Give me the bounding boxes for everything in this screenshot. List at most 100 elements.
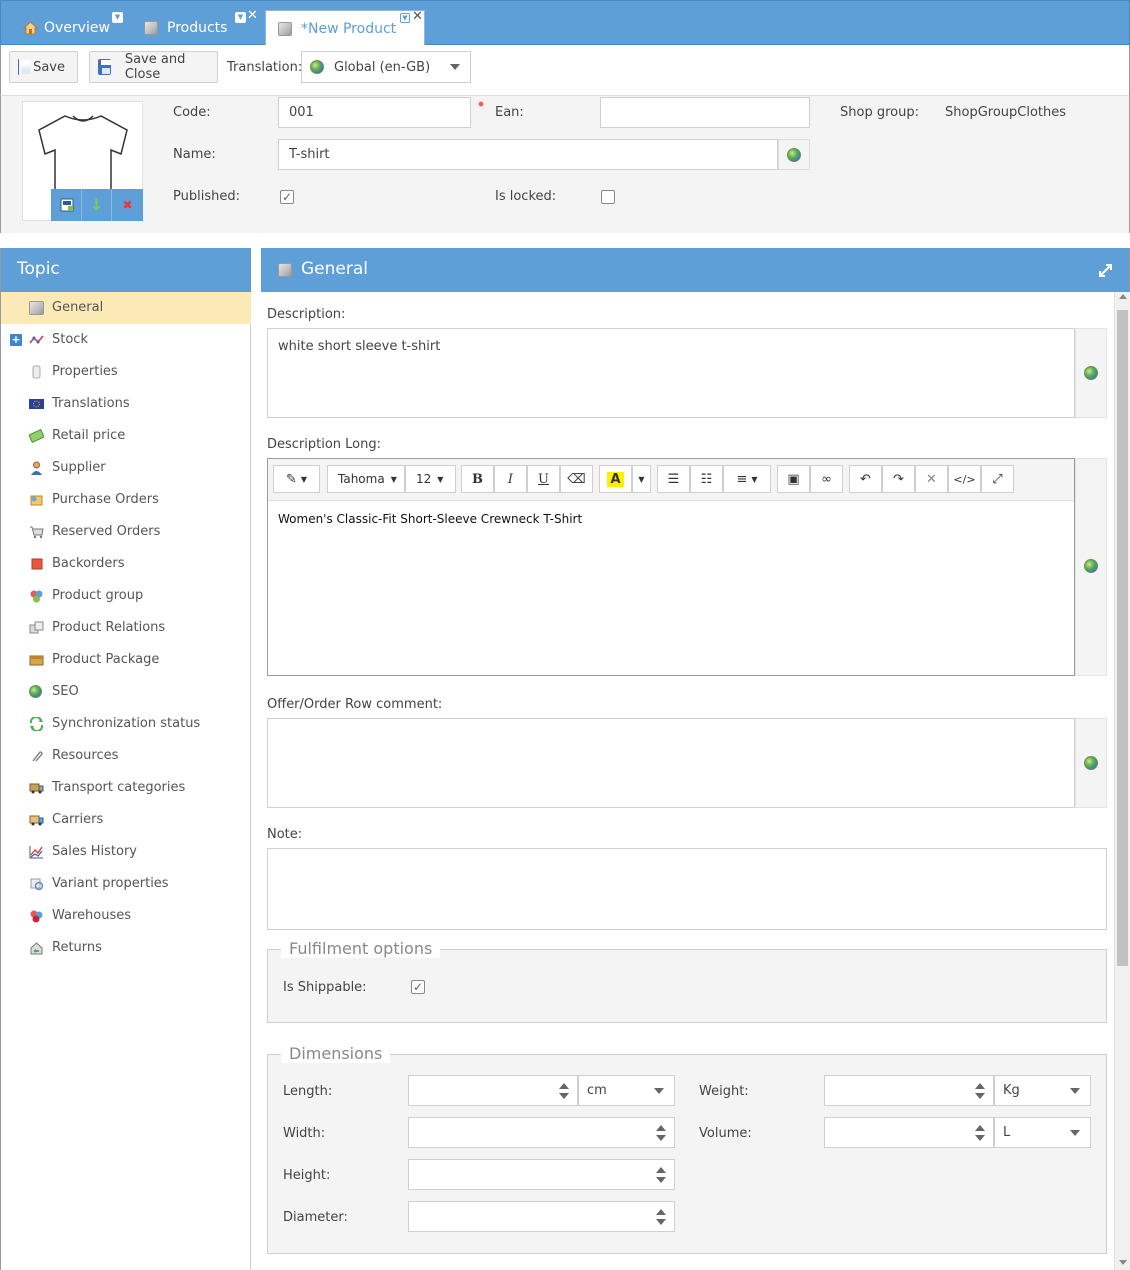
- tab-new-product[interactable]: *New Product ▼ ✕: [265, 10, 425, 46]
- is-shippable-label: Is Shippable:: [283, 980, 367, 995]
- code-input[interactable]: 001: [278, 97, 471, 128]
- ean-input[interactable]: [600, 97, 810, 128]
- underline-button[interactable]: U: [527, 465, 560, 493]
- redo-button[interactable]: ↷: [882, 465, 915, 493]
- weight-unit-select[interactable]: Kg: [994, 1075, 1091, 1106]
- scrollbar-thumb[interactable]: [1117, 310, 1128, 966]
- description-translate-button[interactable]: [1075, 328, 1107, 418]
- spinner-arrows-icon[interactable]: [656, 1125, 666, 1141]
- offer-comment-input[interactable]: [267, 718, 1075, 808]
- highlight-color-dropdown[interactable]: ▼: [632, 465, 651, 493]
- sidebar-item-product-package[interactable]: Product Package: [1, 644, 251, 676]
- spinner-arrows-icon[interactable]: [656, 1167, 666, 1183]
- sidebar-item-reserved-orders[interactable]: Reserved Orders: [1, 516, 251, 548]
- description-long-content[interactable]: Women's Classic-Fit Short-Sleeve Crewnec…: [278, 512, 582, 526]
- sidebar-item-seo[interactable]: SEO: [1, 676, 251, 708]
- width-input[interactable]: [408, 1117, 675, 1148]
- save-and-close-label: Save and Close: [124, 52, 186, 82]
- sidebar-item-label: Translations: [52, 396, 130, 411]
- rte-size-select[interactable]: 12 ▼: [405, 465, 456, 493]
- highlight-color-button[interactable]: A: [599, 465, 632, 493]
- tab-new-product-menu-icon[interactable]: ▼: [400, 13, 410, 23]
- save-and-close-button[interactable]: Save and Close: [89, 51, 218, 83]
- align-button[interactable]: ≡ ▼: [723, 465, 771, 493]
- sidebar-item-warehouses[interactable]: Warehouses: [1, 900, 251, 932]
- sidebar-item-label: Properties: [52, 364, 118, 379]
- sidebar-item-carriers[interactable]: Carriers: [1, 804, 251, 836]
- sidebar-item-retail-price[interactable]: Retail price: [1, 420, 251, 452]
- align-icon: ≡: [736, 471, 748, 487]
- tab-overview-menu-icon[interactable]: ▼: [112, 12, 123, 23]
- image-edit-button[interactable]: [51, 189, 82, 221]
- sidebar-item-stock[interactable]: + Stock: [1, 324, 251, 356]
- save-button[interactable]: Save: [9, 51, 78, 83]
- name-translate-button[interactable]: [778, 139, 810, 170]
- length-unit-select[interactable]: cm: [578, 1075, 675, 1106]
- unordered-list-button[interactable]: ☷: [690, 465, 723, 493]
- insert-link-button[interactable]: ∞: [810, 465, 843, 493]
- sidebar-item-supplier[interactable]: Supplier: [1, 452, 251, 484]
- length-input[interactable]: [408, 1075, 578, 1106]
- diameter-input[interactable]: [408, 1201, 675, 1232]
- sidebar-item-backorders[interactable]: Backorders: [1, 548, 251, 580]
- expand-plus-icon[interactable]: +: [10, 334, 22, 346]
- note-input[interactable]: [267, 848, 1107, 930]
- sidebar-item-sales-history[interactable]: Sales History: [1, 836, 251, 868]
- sidebar-item-properties[interactable]: Properties: [1, 356, 251, 388]
- ordered-list-button[interactable]: ☰: [657, 465, 690, 493]
- is-shippable-checkbox[interactable]: ✓: [411, 980, 425, 994]
- name-input[interactable]: T-shirt: [278, 139, 778, 170]
- chevron-down-icon: ▼: [638, 474, 645, 484]
- backorders-icon: [31, 558, 43, 570]
- fullscreen-button[interactable]: ⤢: [981, 465, 1014, 493]
- image-delete-icon[interactable]: ✖: [112, 189, 143, 221]
- published-checkbox[interactable]: ✓: [280, 190, 294, 204]
- sidebar-item-translations[interactable]: Translations: [1, 388, 251, 420]
- volume-input[interactable]: [824, 1117, 994, 1148]
- spinner-arrows-icon[interactable]: [975, 1083, 985, 1099]
- description-long-translate-button[interactable]: [1075, 458, 1107, 676]
- remove-button[interactable]: ✕: [915, 465, 948, 493]
- main-scrollbar[interactable]: [1114, 292, 1130, 1270]
- cart-icon: [30, 526, 44, 539]
- tab-products[interactable]: Products: [144, 9, 227, 46]
- offer-comment-translate-button[interactable]: [1075, 718, 1107, 808]
- spinner-arrows-icon[interactable]: [656, 1209, 666, 1225]
- scroll-down-icon[interactable]: [1119, 1260, 1127, 1265]
- tab-new-product-close-icon[interactable]: ✕: [412, 10, 423, 23]
- italic-button[interactable]: I: [494, 465, 527, 493]
- download-arrow-icon[interactable]: ↓: [82, 189, 112, 221]
- sidebar-item-product-group[interactable]: Product group: [1, 580, 251, 612]
- weight-input[interactable]: [824, 1075, 994, 1106]
- sidebar-item-label: Carriers: [52, 812, 104, 827]
- tab-overview[interactable]: Overview: [23, 9, 110, 46]
- tab-products-close-icon[interactable]: ✕: [247, 9, 258, 22]
- sidebar-item-transport-categories[interactable]: Transport categories: [1, 772, 251, 804]
- description-input[interactable]: white short sleeve t-shirt: [267, 328, 1075, 418]
- spinner-arrows-icon[interactable]: [559, 1083, 569, 1099]
- rte-font-select[interactable]: Tahoma ▼: [327, 465, 405, 493]
- expand-icon[interactable]: [1098, 263, 1113, 278]
- bold-button[interactable]: B: [461, 465, 494, 493]
- insert-image-button[interactable]: ▣: [777, 465, 810, 493]
- is-locked-checkbox[interactable]: [601, 190, 615, 204]
- translation-select[interactable]: Global (en-GB): [301, 51, 471, 83]
- sidebar-item-resources[interactable]: Resources: [1, 740, 251, 772]
- tab-products-menu-icon[interactable]: ▼: [235, 12, 246, 23]
- height-input[interactable]: [408, 1159, 675, 1190]
- sidebar-item-product-relations[interactable]: Product Relations: [1, 612, 251, 644]
- sidebar-item-returns[interactable]: Returns: [1, 932, 251, 964]
- code-view-button[interactable]: </>: [948, 465, 981, 493]
- sidebar-item-general[interactable]: General: [1, 292, 251, 324]
- volume-unit-select[interactable]: L: [994, 1117, 1091, 1148]
- scroll-up-icon[interactable]: [1119, 294, 1127, 299]
- underline-icon: U: [538, 471, 549, 487]
- sidebar-item-variant-properties[interactable]: Variant properties: [1, 868, 251, 900]
- clear-format-button[interactable]: ⌫: [560, 465, 593, 493]
- rte-style-button[interactable]: ✎ ▼: [273, 465, 320, 493]
- sidebar-item-purchase-orders[interactable]: Purchase Orders: [1, 484, 251, 516]
- sidebar-item-synchronization-status[interactable]: Synchronization status: [1, 708, 251, 740]
- undo-button[interactable]: ↶: [849, 465, 882, 493]
- spinner-arrows-icon[interactable]: [975, 1125, 985, 1141]
- cube-icon: [278, 21, 292, 36]
